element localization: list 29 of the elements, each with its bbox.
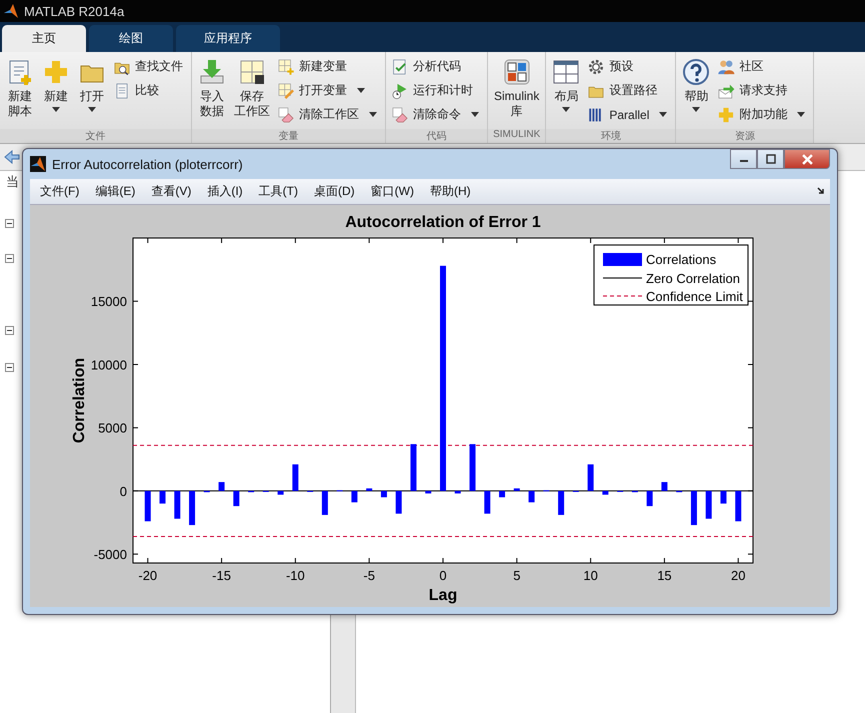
group-label: 变量 [192, 129, 385, 143]
app-title: MATLAB R2014a [24, 4, 124, 18]
legend-label: Confidence Limit [646, 289, 743, 304]
group-label: 资源 [676, 129, 814, 143]
tick-label: -20 [138, 568, 158, 583]
legend-label: Correlations [646, 252, 716, 267]
axis-label: Correlation [71, 358, 88, 444]
tick-label: 5 [513, 568, 520, 583]
tick-label: -5 [363, 568, 375, 583]
tick-label: 0 [120, 484, 127, 499]
legend-label: Zero Correlation [646, 271, 740, 286]
chart-title: Autocorrelation of Error 1 [345, 214, 541, 231]
tick-label: -5000 [94, 547, 127, 562]
tick-label: 0 [439, 568, 447, 583]
tick-label: 15 [657, 568, 672, 583]
window-title: Error Autocorrelation (ploterrcorr) [52, 156, 243, 172]
tick-label: -10 [286, 568, 305, 583]
group-label: 代码 [386, 129, 487, 143]
group-label: 环境 [546, 129, 676, 143]
axis-label: Lag [428, 587, 458, 604]
group-label: SIMULINK [488, 129, 546, 143]
tick-label: 10000 [90, 357, 127, 372]
tick-label: -15 [212, 568, 231, 583]
group-label: 文件 [0, 129, 191, 143]
panel-header: 当 [6, 173, 19, 191]
tick-label: 5000 [98, 420, 127, 436]
tick-label: 10 [583, 568, 598, 583]
tick-label: 20 [731, 568, 746, 583]
tick-label: 15000 [90, 294, 127, 310]
